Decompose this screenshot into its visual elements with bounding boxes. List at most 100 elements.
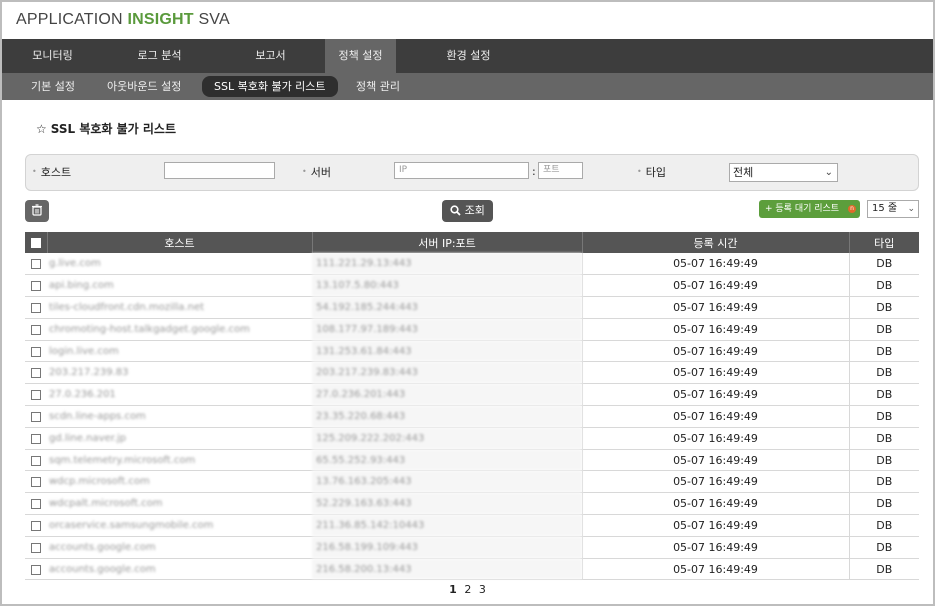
- server-ip-input[interactable]: IP: [394, 162, 529, 179]
- table-row[interactable]: sqm.telemetry.microsoft.com 65.55.252.93:…: [25, 449, 919, 472]
- time-cell: 05-07 16:49:49: [581, 296, 849, 319]
- table-row[interactable]: wdcpalt.microsoft.com 52.229.163.63:443 05…: [25, 492, 919, 516]
- row-checkbox-cell: [25, 405, 47, 428]
- type-cell: DB: [848, 558, 919, 581]
- row-checkbox[interactable]: [31, 259, 41, 270]
- time-cell: 05-07 16:49:49: [581, 449, 849, 472]
- server-cell: 65.55.252.93:443: [312, 449, 582, 472]
- table-row[interactable]: orcaservice.samsungmobile.com 211.36.85.1…: [25, 514, 919, 537]
- column-header-time[interactable]: 등록 시간: [581, 232, 849, 253]
- page-link-2[interactable]: 2: [464, 583, 471, 596]
- row-checkbox[interactable]: [31, 542, 41, 553]
- server-cell: 216.58.199.109:443: [312, 536, 582, 559]
- select-all-header: [25, 232, 47, 253]
- table-row[interactable]: scdn.line-apps.com 23.35.220.68:443 05-07 …: [25, 405, 919, 428]
- row-checkbox[interactable]: [31, 520, 41, 531]
- table-row[interactable]: 203.217.239.83 203.217.239.83:443 05-07 16…: [25, 361, 919, 385]
- row-checkbox[interactable]: [31, 477, 41, 488]
- page-link-1[interactable]: 1: [449, 583, 457, 596]
- table-body: g.live.com 111.221.29.13:443 05-07 16:49:4…: [25, 253, 919, 581]
- row-checkbox[interactable]: [31, 302, 41, 313]
- row-checkbox[interactable]: [31, 368, 41, 379]
- rows-per-page-select[interactable]: 15 줄 ⌄: [867, 200, 919, 218]
- row-checkbox-cell: [25, 253, 47, 276]
- table-row[interactable]: accounts.google.com 216.58.200.13:443 05-0…: [25, 558, 919, 581]
- table-row[interactable]: accounts.google.com 216.58.199.109:443 05-…: [25, 536, 919, 559]
- server-cell: 13.107.5.80:443: [312, 274, 582, 298]
- type-cell: DB: [848, 427, 919, 450]
- subnav-outbound-settings[interactable]: 아웃바운드 설정: [95, 76, 193, 97]
- chevron-down-icon: ⌄: [907, 204, 915, 214]
- type-select[interactable]: 전체 ⌄: [729, 163, 838, 182]
- row-checkbox[interactable]: [31, 324, 41, 335]
- host-cell: login.live.com: [47, 340, 312, 363]
- time-cell: 05-07 16:49:49: [581, 383, 849, 407]
- table-row[interactable]: gd.line.naver.jp 125.209.222.202:443 05-07…: [25, 427, 919, 450]
- nav-log-analysis[interactable]: 로그 분석: [103, 39, 216, 73]
- column-header-server[interactable]: 서버 IP:포트: [311, 232, 582, 253]
- row-checkbox[interactable]: [31, 346, 41, 357]
- table-row[interactable]: wdcp.microsoft.com 13.76.163.205:443 05-07…: [25, 470, 919, 494]
- nav-environment-settings[interactable]: 환경 설정: [396, 39, 541, 73]
- host-cell: wdcpalt.microsoft.com: [47, 492, 312, 516]
- row-checkbox-cell: [25, 427, 47, 450]
- select-all-checkbox[interactable]: [31, 238, 41, 248]
- time-cell: 05-07 16:49:49: [581, 361, 849, 385]
- row-checkbox[interactable]: [31, 390, 41, 401]
- row-checkbox[interactable]: [31, 411, 41, 422]
- type-cell: DB: [848, 383, 919, 407]
- row-checkbox-cell: [25, 296, 47, 319]
- server-cell: 52.229.163.63:443: [312, 492, 582, 516]
- host-cell: gd.line.naver.jp: [47, 427, 312, 450]
- table-row[interactable]: api.bing.com 13.107.5.80:443 05-07 16:49:4…: [25, 274, 919, 298]
- table-row[interactable]: login.live.com 131.253.61.84:443 05-07 16:…: [25, 340, 919, 363]
- host-cell: sqm.telemetry.microsoft.com: [47, 449, 312, 472]
- row-checkbox[interactable]: [31, 499, 41, 510]
- host-input[interactable]: [164, 162, 275, 179]
- host-cell: wdcp.microsoft.com: [47, 470, 312, 494]
- row-checkbox[interactable]: [31, 433, 41, 444]
- host-cell: chromoting-host.talkgadget.google.com: [47, 318, 312, 341]
- nav-reports[interactable]: 보고서: [216, 39, 325, 73]
- row-checkbox[interactable]: [31, 564, 41, 575]
- table-row[interactable]: 27.0.236.201 27.0.236.201:443 05-07 16:49:…: [25, 383, 919, 407]
- row-checkbox[interactable]: [31, 455, 41, 466]
- row-checkbox[interactable]: [31, 281, 41, 292]
- pagination: 1 2 3: [0, 583, 935, 596]
- delete-button[interactable]: [25, 200, 49, 222]
- table-row[interactable]: tiles-cloudfront.cdn.mozilla.net 54.192.1…: [25, 296, 919, 319]
- host-filter-label: • 호스트: [32, 166, 72, 179]
- subnav-basic-settings[interactable]: 기본 설정: [19, 76, 87, 97]
- server-cell: 111.221.29.13:443: [312, 253, 582, 276]
- row-checkbox-cell: [25, 449, 47, 472]
- host-cell: 203.217.239.83: [47, 361, 312, 385]
- time-cell: 05-07 16:49:49: [581, 274, 849, 298]
- page-link-3[interactable]: 3: [479, 583, 486, 596]
- server-cell: 108.177.97.189:443: [312, 318, 582, 341]
- subnav-policy-management[interactable]: 정책 관리: [344, 76, 412, 97]
- time-cell: 05-07 16:49:49: [581, 558, 849, 581]
- column-header-type[interactable]: 타입: [848, 232, 919, 253]
- table-row[interactable]: chromoting-host.talkgadget.google.com 108…: [25, 318, 919, 341]
- server-cell: 203.217.239.83:443: [312, 361, 582, 385]
- column-header-host[interactable]: 호스트: [46, 232, 312, 253]
- time-cell: 05-07 16:49:49: [581, 536, 849, 559]
- time-cell: 05-07 16:49:49: [581, 405, 849, 428]
- pending-register-list-button[interactable]: + 등록 대기 리스트 n: [759, 200, 860, 218]
- time-cell: 05-07 16:49:49: [581, 340, 849, 363]
- nav-policy-settings[interactable]: 정책 설정: [325, 39, 396, 73]
- host-cell: g.live.com: [47, 253, 312, 276]
- subnav-ssl-list[interactable]: SSL 복호화 불가 리스트: [202, 76, 338, 97]
- type-cell: DB: [848, 318, 919, 341]
- new-badge: n: [848, 205, 856, 213]
- nav-monitoring[interactable]: 모니터링: [2, 39, 103, 73]
- search-button[interactable]: 조회: [442, 200, 493, 222]
- table-row[interactable]: g.live.com 111.221.29.13:443 05-07 16:49:4…: [25, 253, 919, 276]
- type-filter-label: • 타입: [637, 166, 666, 179]
- filter-panel: • 호스트 • 서버 IP : 포트 • 타입 전체 ⌄: [25, 154, 919, 191]
- row-checkbox-cell: [25, 318, 47, 341]
- server-filter-label: • 서버: [302, 166, 331, 179]
- server-port-input[interactable]: 포트: [538, 162, 583, 179]
- time-cell: 05-07 16:49:49: [581, 427, 849, 450]
- host-cell: scdn.line-apps.com: [47, 405, 312, 428]
